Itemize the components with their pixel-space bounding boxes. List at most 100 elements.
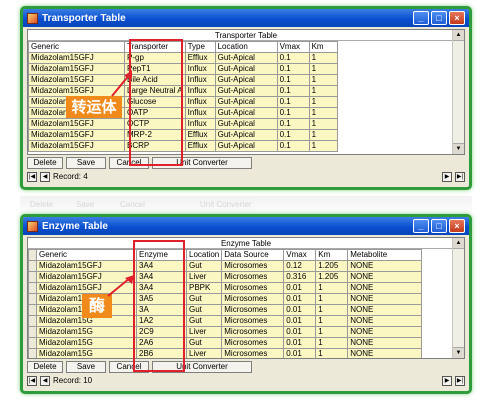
table-cell[interactable]: 1	[315, 282, 349, 294]
table-cell[interactable]: 1	[315, 304, 349, 316]
table-cell[interactable]: Liver	[185, 326, 223, 338]
table-cell[interactable]: 1.205	[315, 260, 349, 272]
table-cell[interactable]: 0.12	[283, 260, 317, 272]
table-cell[interactable]: 1	[315, 293, 349, 305]
table-cell[interactable]: NONE	[347, 348, 423, 358]
table-cell[interactable]: 0.1	[276, 107, 310, 119]
table-cell[interactable]: 1	[308, 74, 338, 86]
table-cell[interactable]: Midazolam15GFJ	[28, 52, 125, 64]
table-cell[interactable]: 0.01	[283, 348, 317, 358]
close-icon[interactable]: ×	[449, 11, 465, 25]
table-row[interactable]: Midazolam15G 2B6 Liver Microsomes 0.01 1 NONE	[28, 348, 423, 358]
column-header[interactable]: Generic	[28, 41, 125, 53]
close-icon[interactable]: ×	[449, 219, 465, 233]
table-cell[interactable]: Efflux	[184, 129, 216, 141]
table-cell[interactable]: NONE	[347, 293, 423, 305]
row-selector[interactable]	[28, 282, 37, 294]
column-header[interactable]: Location	[214, 41, 278, 53]
table-cell[interactable]: Efflux	[184, 140, 216, 152]
column-header[interactable]: Type	[184, 41, 216, 53]
table-cell[interactable]: 0.01	[283, 337, 317, 349]
table-cell[interactable]: Gut-Apical	[214, 118, 278, 130]
table-cell[interactable]: Midazolam15GFJ	[28, 129, 125, 141]
table-cell[interactable]: 1	[308, 52, 338, 64]
table-cell[interactable]: Influx	[184, 96, 216, 108]
table-cell[interactable]: 0.01	[283, 315, 317, 327]
table-cell[interactable]: 0.01	[283, 293, 317, 305]
table-cell[interactable]: Influx	[184, 85, 216, 97]
table-cell[interactable]: 1	[308, 140, 338, 152]
table-cell[interactable]: Gut	[185, 293, 223, 305]
table-cell[interactable]: Microsomes	[221, 326, 285, 338]
table-cell[interactable]: Liver	[185, 271, 223, 283]
table-cell[interactable]: Liver	[185, 348, 223, 358]
table-cell[interactable]: 0.1	[276, 129, 310, 141]
table-cell[interactable]: 1	[315, 337, 349, 349]
row-selector[interactable]	[28, 260, 37, 272]
table-row[interactable]: Midazolam15G 2C9 Liver Microsomes 0.01 1 NONE	[28, 326, 423, 338]
column-header[interactable]: Location	[185, 249, 223, 261]
row-selector[interactable]	[28, 337, 37, 349]
column-header[interactable]: Km	[315, 249, 349, 261]
table-cell[interactable]: Gut	[185, 337, 223, 349]
table-cell[interactable]: 1	[308, 107, 338, 119]
table-cell[interactable]: 0.1	[276, 118, 310, 130]
first-record-icon[interactable]: |◀	[27, 375, 37, 386]
table-cell[interactable]: Gut-Apical	[214, 63, 278, 75]
column-header[interactable]: Generic	[36, 249, 137, 261]
table-cell[interactable]: 1	[308, 63, 338, 75]
table-cell[interactable]: Midazolam15G	[36, 348, 137, 358]
next-record-icon[interactable]: ▶	[442, 375, 452, 386]
prev-record-icon[interactable]: ◀	[40, 171, 50, 182]
table-cell[interactable]: Microsomes	[221, 293, 285, 305]
table-cell[interactable]: Midazolam15G	[36, 326, 137, 338]
table-cell[interactable]: Midazolam15GFJ	[28, 118, 125, 130]
column-header[interactable]: Vmax	[283, 249, 317, 261]
table-cell[interactable]: 0.1	[276, 85, 310, 97]
table-cell[interactable]: Microsomes	[221, 260, 285, 272]
table-cell[interactable]: Microsomes	[221, 271, 285, 283]
table-cell[interactable]: Midazolam15GFJ	[28, 140, 125, 152]
table-cell[interactable]: Gut-Apical	[214, 140, 278, 152]
table-cell[interactable]: Gut	[185, 315, 223, 327]
table-cell[interactable]: Influx	[184, 74, 216, 86]
column-header[interactable]: Km	[308, 41, 338, 53]
table-cell[interactable]: NONE	[347, 260, 423, 272]
table-cell[interactable]: 1	[315, 315, 349, 327]
minimize-icon[interactable]: _	[413, 219, 429, 233]
first-record-icon[interactable]: |◀	[27, 171, 37, 182]
table-cell[interactable]: Gut-Apical	[214, 85, 278, 97]
maximize-icon[interactable]: □	[431, 219, 447, 233]
table-cell[interactable]: Influx	[184, 118, 216, 130]
enzyme-vertical-scrollbar[interactable]: ▲ ▼	[452, 238, 464, 358]
last-record-icon[interactable]: ▶|	[455, 375, 465, 386]
save-button[interactable]: Save	[66, 361, 106, 373]
table-cell[interactable]: Gut-Apical	[214, 74, 278, 86]
table-cell[interactable]: Microsomes	[221, 304, 285, 316]
table-cell[interactable]: 1	[315, 326, 349, 338]
table-cell[interactable]: 1	[315, 348, 349, 358]
table-row[interactable]: Midazolam15G 2A6 Gut Microsomes 0.01 1 NONE	[28, 337, 423, 349]
table-cell[interactable]: Efflux	[184, 52, 216, 64]
transporter-vertical-scrollbar[interactable]: ▲ ▼	[452, 30, 464, 154]
column-header[interactable]: Metabolite	[347, 249, 423, 261]
table-cell[interactable]: 1	[308, 96, 338, 108]
last-record-icon[interactable]: ▶|	[455, 171, 465, 182]
table-cell[interactable]: 1.205	[315, 271, 349, 283]
row-selector[interactable]	[28, 326, 37, 338]
table-row[interactable]: Midazolam15GFJ 3A4 PBPK Microsomes 0.01 1 NONE	[28, 282, 423, 294]
next-record-icon[interactable]: ▶	[442, 171, 452, 182]
row-selector[interactable]	[28, 348, 37, 358]
table-cell[interactable]: 0.1	[276, 63, 310, 75]
table-cell[interactable]: NONE	[347, 326, 423, 338]
table-cell[interactable]: 0.316	[283, 271, 317, 283]
table-cell[interactable]: Influx	[184, 63, 216, 75]
table-cell[interactable]: Microsomes	[221, 282, 285, 294]
delete-button[interactable]: Delete	[27, 361, 63, 373]
save-button[interactable]: Save	[66, 157, 106, 169]
table-cell[interactable]: 0.1	[276, 74, 310, 86]
column-header[interactable]: Data Source	[221, 249, 285, 261]
scroll-up-icon[interactable]: ▲	[453, 238, 464, 249]
transporter-grid[interactable]: Transporter Table Generic Transporter Type…	[27, 29, 465, 155]
table-row[interactable]: Midazolam15GFJ 3A4 Liver Microsomes 0.316 1.2…	[28, 271, 423, 283]
